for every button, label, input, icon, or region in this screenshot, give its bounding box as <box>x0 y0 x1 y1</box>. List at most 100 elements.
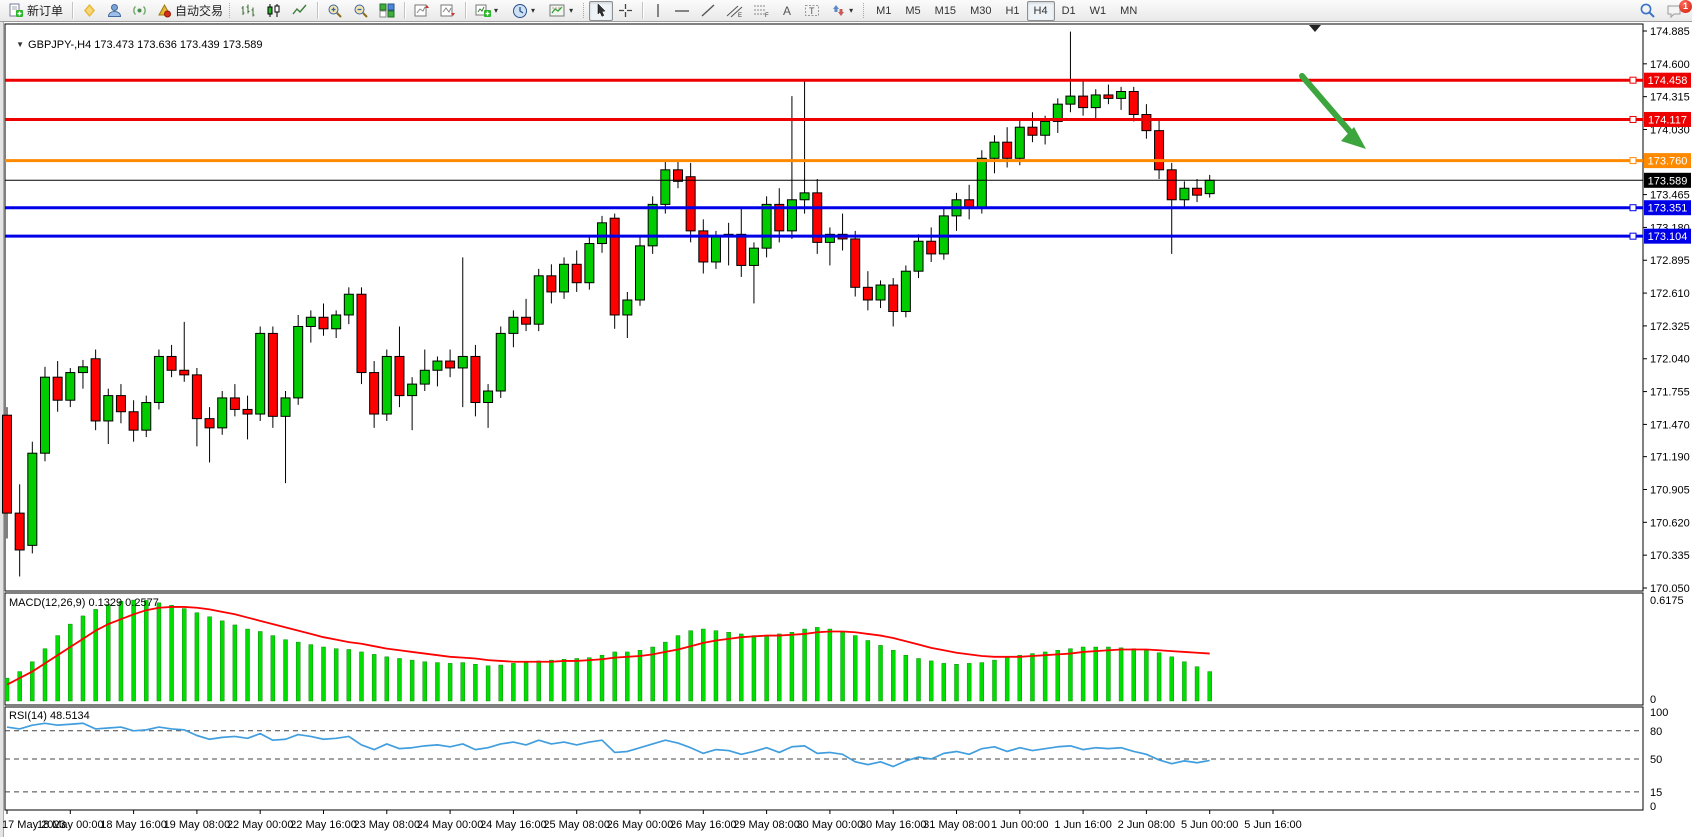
search-button[interactable] <box>1634 1 1661 21</box>
macd-bar <box>220 621 224 701</box>
zoom-out-button[interactable] <box>348 1 374 21</box>
macd-bar <box>955 664 959 701</box>
macd-bar <box>30 662 34 701</box>
line-chart-button[interactable] <box>287 1 313 21</box>
price-tick-label: 174.885 <box>1650 26 1690 38</box>
macd-bar <box>271 636 275 701</box>
macd-bar <box>1018 655 1022 701</box>
macd-bar <box>81 616 85 701</box>
autotrade-button[interactable]: 自动交易 <box>152 1 228 21</box>
time-tick-label: 31 May 08:00 <box>923 819 990 831</box>
tab-timeframe-h1[interactable]: H1 <box>998 1 1026 21</box>
gold-widget-button[interactable] <box>77 1 102 21</box>
candle <box>585 244 594 283</box>
macd-bar <box>334 649 338 701</box>
tab-timeframe-mn[interactable]: MN <box>1113 1 1144 21</box>
equidistant-channel-button[interactable]: E <box>721 1 748 21</box>
macd-indicator-label: MACD(12,26,9) 0.1329 0.2577 <box>9 597 159 609</box>
line-handle[interactable] <box>1630 77 1636 83</box>
tab-timeframe-m15[interactable]: M15 <box>928 1 963 21</box>
macd-bar <box>891 650 895 701</box>
line-handle[interactable] <box>1630 233 1636 239</box>
line-handle[interactable] <box>1630 205 1636 211</box>
time-tick-label: 18 May 00:00 <box>37 819 104 831</box>
cursor-button[interactable] <box>589 1 613 21</box>
time-axis[interactable]: 17 May 202318 May 00:0018 May 16:0019 Ma… <box>2 810 1302 831</box>
tab-timeframe-h4[interactable]: H4 <box>1027 1 1055 21</box>
tile-windows-button[interactable] <box>374 1 400 21</box>
macd-bar <box>549 660 553 701</box>
candle <box>294 326 303 397</box>
time-tick-label: 2 Jun 08:00 <box>1118 819 1176 831</box>
time-tick-label: 1 Jun 16:00 <box>1054 819 1112 831</box>
scale-fix-button[interactable] <box>435 1 461 21</box>
candle <box>686 177 695 231</box>
bar-chart-icon <box>240 3 256 18</box>
line-handle[interactable] <box>1630 158 1636 164</box>
profile-button[interactable] <box>102 1 127 21</box>
signal-button[interactable] <box>127 1 152 21</box>
candle <box>598 223 607 244</box>
candle <box>180 370 189 375</box>
vertical-line-button[interactable] <box>647 1 669 21</box>
line-handle[interactable] <box>1630 116 1636 122</box>
new-order-button[interactable]: 新订单 <box>4 1 68 21</box>
tab-timeframe-m30[interactable]: M30 <box>963 1 998 21</box>
text-button[interactable]: A <box>775 1 799 21</box>
svg-text:T: T <box>809 6 815 16</box>
macd-bar <box>473 664 477 701</box>
zoom-in-button[interactable] <box>322 1 348 21</box>
candle <box>1079 96 1088 108</box>
template-dropdown-button[interactable]: ▾ <box>544 1 582 21</box>
macd-bar <box>284 640 288 701</box>
macd-bar <box>1170 657 1174 701</box>
time-tick-label: 23 May 08:00 <box>353 819 420 831</box>
new-chart-button[interactable]: ▾ <box>470 1 507 21</box>
macd-bar <box>929 661 933 701</box>
candle <box>484 391 493 403</box>
macd-bar <box>385 657 389 701</box>
text-label-button[interactable]: T <box>799 1 825 21</box>
notification-badge: 1 <box>1679 0 1692 13</box>
price-pane[interactable] <box>5 24 1643 591</box>
candlestick-button[interactable] <box>261 1 287 21</box>
signal-icon <box>132 3 147 18</box>
macd-axis-max: 0.6175 <box>1650 595 1684 607</box>
macd-bar <box>435 663 439 701</box>
candle <box>661 170 670 205</box>
candle <box>1180 188 1189 200</box>
macd-pane[interactable] <box>5 593 1643 705</box>
candle <box>370 373 379 414</box>
tab-timeframe-m1[interactable]: M1 <box>869 1 898 21</box>
horizontal-line-button[interactable] <box>669 1 695 21</box>
price-tick-label: 171.190 <box>1650 452 1690 464</box>
separator <box>642 2 643 19</box>
crosshair-button[interactable] <box>613 1 638 21</box>
rsi-level-label: 15 <box>1650 787 1662 799</box>
candle <box>40 377 49 453</box>
macd-bar <box>372 654 376 701</box>
notifications-button[interactable]: 1 <box>1661 1 1688 21</box>
chart-menu-arrow-icon[interactable]: ▼ <box>16 40 24 49</box>
auto-arrange-button[interactable] <box>409 1 435 21</box>
macd-bar <box>537 661 541 701</box>
macd-bar <box>587 658 591 701</box>
bar-chart-button[interactable] <box>235 1 261 21</box>
period-dropdown-button[interactable]: ▾ <box>507 1 544 21</box>
rsi-level-label: 100 <box>1650 707 1668 719</box>
shapes-dropdown-button[interactable]: ▾ <box>825 1 862 21</box>
new-order-label: 新订单 <box>27 2 63 19</box>
macd-bar <box>1182 662 1186 701</box>
trendline-button[interactable] <box>695 1 721 21</box>
macd-bar <box>942 663 946 701</box>
candle <box>1205 180 1214 193</box>
tab-timeframe-d1[interactable]: D1 <box>1055 1 1083 21</box>
trading-chart[interactable]: 174.885174.600174.315174.030173.465173.1… <box>0 0 1692 837</box>
tab-timeframe-w1[interactable]: W1 <box>1083 1 1114 21</box>
macd-bar <box>423 662 427 701</box>
candle <box>458 356 467 368</box>
tab-timeframe-m5[interactable]: M5 <box>898 1 927 21</box>
fibonacci-button[interactable]: F <box>748 1 775 21</box>
macd-bar <box>296 642 300 701</box>
macd-bar <box>233 625 237 701</box>
